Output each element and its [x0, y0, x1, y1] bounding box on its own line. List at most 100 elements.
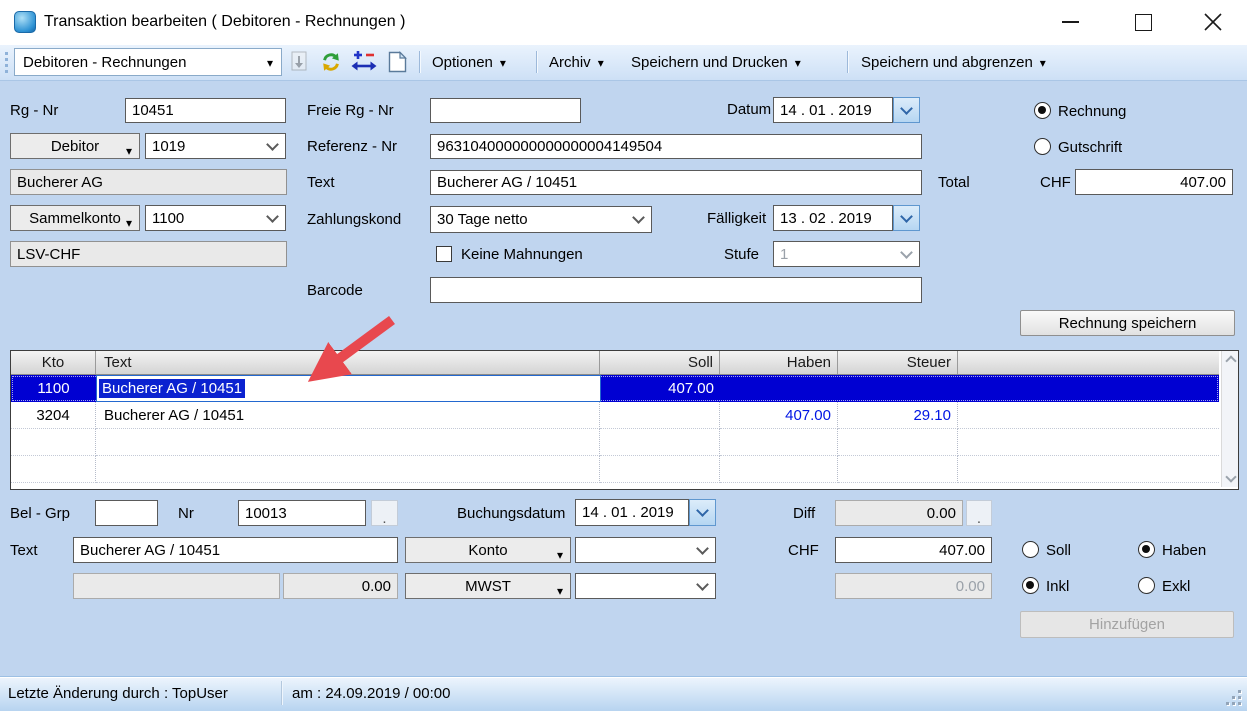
scroll-up-button[interactable] [1223, 351, 1238, 367]
stufe-label: Stufe [724, 246, 759, 264]
keine-mahnungen-checkbox[interactable] [436, 246, 452, 262]
buchungsdatum-dropdown-button[interactable] [689, 499, 716, 526]
column-header-haben[interactable]: Haben [720, 351, 838, 374]
bel-grp-input[interactable] [95, 500, 158, 526]
konto-menu-button[interactable]: Konto [405, 537, 571, 563]
chevron-down-icon [267, 54, 273, 71]
chevron-down-icon [500, 54, 506, 71]
datum-input[interactable]: 14 . 01 . 2019 [773, 97, 893, 123]
sammelkonto-number-combobox[interactable]: 1100 [145, 205, 286, 231]
view-selector-combobox[interactable]: Debitoren - Rechnungen [14, 48, 282, 76]
buchungsdatum-input[interactable]: 14 . 01 . 2019 [575, 499, 689, 526]
rechnung-radio-label: Rechnung [1058, 103, 1126, 121]
close-button[interactable] [1196, 6, 1230, 38]
debitor-name-field: Bucherer AG [10, 169, 287, 195]
table-row-empty[interactable] [11, 456, 1219, 483]
refresh-button[interactable] [318, 49, 344, 75]
table-row-empty[interactable] [11, 429, 1219, 456]
faelligkeit-dropdown-button[interactable] [893, 205, 920, 231]
entry-text-value: Bucherer AG / 10451 [80, 542, 220, 559]
referenz-nr-input[interactable]: 963104000000000000004149504 [430, 134, 922, 159]
cell-text[interactable]: Bucherer AG / 10451 [96, 402, 600, 429]
chevron-down-icon [598, 54, 604, 71]
mwst-combobox[interactable] [575, 573, 716, 599]
barcode-input[interactable] [430, 277, 922, 303]
sammelkonto-menu-button[interactable]: Sammelkonto [10, 205, 140, 231]
total-label: Total [938, 174, 970, 192]
debitor-menu-button[interactable]: Debitor [10, 133, 140, 159]
zahlungskond-combobox[interactable]: 30 Tage netto [430, 206, 652, 233]
nr-ellipsis-button[interactable]: . [371, 500, 398, 526]
rg-nr-value: 10451 [132, 102, 174, 119]
minimize-button[interactable] [1053, 6, 1087, 38]
nr-input[interactable]: 10013 [238, 500, 366, 526]
nr-label: Nr [178, 505, 194, 523]
resize-grip-icon[interactable] [1226, 690, 1244, 708]
inkl-radio[interactable] [1022, 577, 1039, 594]
cell-haben[interactable] [720, 375, 838, 402]
column-header-steuer[interactable]: Steuer [838, 351, 958, 374]
cell-haben[interactable]: 407.00 [720, 402, 838, 429]
datum-label: Datum [727, 101, 771, 119]
cell-steuer[interactable]: 29.10 [838, 402, 958, 429]
rg-nr-label: Rg - Nr [10, 102, 58, 120]
menu-optionen[interactable]: Optionen [424, 48, 514, 76]
total-currency-label: CHF [1040, 174, 1071, 192]
toolbar-separator [536, 51, 537, 73]
chevron-down-icon [266, 210, 279, 223]
text-input[interactable]: Bucherer AG / 10451 [430, 170, 922, 195]
nr-value: 10013 [245, 505, 287, 522]
new-document-button[interactable] [384, 49, 410, 75]
cell-steuer[interactable] [838, 375, 958, 402]
haben-radio[interactable] [1138, 541, 1155, 558]
dot-label: . [977, 513, 981, 525]
konto-combobox[interactable] [575, 537, 716, 563]
stufe-combobox-disabled: 1 [773, 241, 920, 267]
chevron-down-icon [696, 504, 709, 517]
hinzufuegen-label: Hinzufügen [1089, 616, 1165, 633]
cell-kto[interactable]: 3204 [11, 402, 96, 429]
menu-archiv-label: Archiv [549, 54, 591, 71]
total-amount-input[interactable]: 407.00 [1075, 169, 1233, 195]
diff-ellipsis-button[interactable]: . [966, 500, 992, 526]
rg-nr-input[interactable]: 10451 [125, 98, 286, 123]
column-header-kto[interactable]: Kto [11, 351, 96, 374]
soll-radio[interactable] [1022, 541, 1039, 558]
cell-kto[interactable]: 1100 [11, 375, 96, 402]
rechnung-radio[interactable] [1034, 102, 1051, 119]
menu-speichern-drucken[interactable]: Speichern und Drucken [623, 48, 809, 76]
sammelkonto-number-value: 1100 [152, 210, 184, 227]
entry-amount-input[interactable]: 407.00 [835, 537, 992, 563]
maximize-button[interactable] [1127, 6, 1161, 38]
cell-soll[interactable]: 407.00 [600, 375, 720, 402]
exkl-radio[interactable] [1138, 577, 1155, 594]
rechnung-speichern-button[interactable]: Rechnung speichern [1020, 310, 1235, 336]
scroll-down-button[interactable] [1223, 470, 1238, 486]
menu-archiv[interactable]: Archiv [541, 48, 612, 76]
datum-value: 14 . 01 . 2019 [780, 102, 872, 119]
table-row-selected[interactable]: 1100 Bucherer AG / 10451 407.00 [11, 375, 1219, 402]
table-scrollbar[interactable] [1221, 351, 1238, 487]
sammelkonto-name-field: LSV-CHF [10, 241, 287, 267]
column-header-soll[interactable]: Soll [600, 351, 720, 374]
faelligkeit-input[interactable]: 13 . 02 . 2019 [773, 205, 893, 231]
mwst-menu-button[interactable]: MWST [405, 573, 571, 599]
freie-rg-nr-input[interactable] [430, 98, 581, 123]
cell-soll[interactable] [600, 402, 720, 429]
table-row[interactable]: 3204 Bucherer AG / 10451 407.00 29.10 [11, 402, 1219, 429]
hinzufuegen-button-disabled: Hinzufügen [1020, 611, 1234, 638]
import-button[interactable] [287, 49, 313, 75]
chevron-down-icon [900, 210, 913, 223]
status-timestamp: am : 24.09.2019 / 00:00 [292, 685, 450, 703]
debitor-number-value: 1019 [152, 138, 185, 155]
entry-text-input[interactable]: Bucherer AG / 10451 [73, 537, 398, 563]
debitor-number-combobox[interactable]: 1019 [145, 133, 286, 159]
toolbar-grip-icon[interactable] [5, 52, 8, 73]
menu-speichern-abgrenzen[interactable]: Speichern und abgrenzen [853, 48, 1054, 76]
datum-dropdown-button[interactable] [893, 97, 920, 123]
chevron-down-icon [266, 138, 279, 151]
gutschrift-radio[interactable] [1034, 138, 1051, 155]
adjust-amounts-button[interactable] [350, 49, 378, 75]
adjust-amounts-icon [351, 50, 377, 74]
freie-rg-nr-label: Freie Rg - Nr [307, 102, 394, 120]
